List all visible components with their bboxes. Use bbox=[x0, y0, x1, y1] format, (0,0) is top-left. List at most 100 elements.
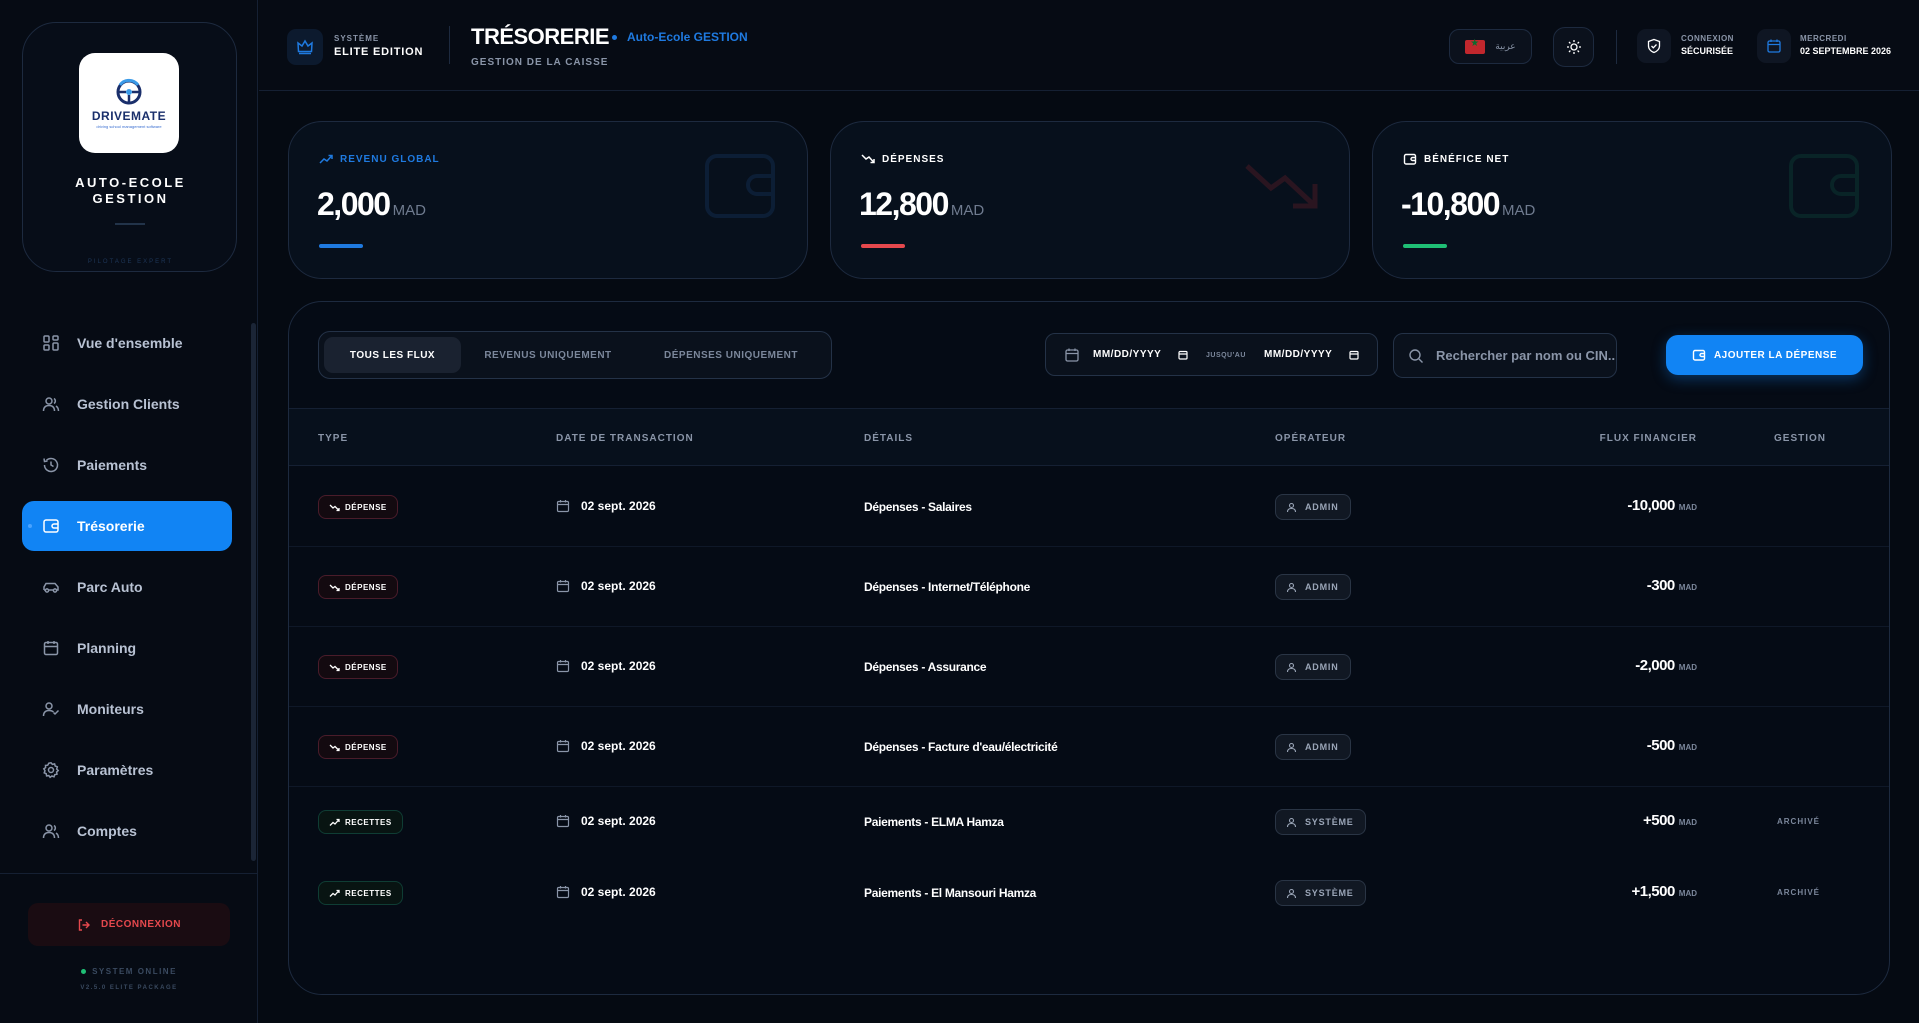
archived-status: ARCHIVÉ bbox=[1777, 817, 1821, 826]
brand-card: DRIVEMATE driving school management soft… bbox=[22, 22, 237, 272]
table-row[interactable]: RECETTES 02 sept. 2026 Paiements - El Ma… bbox=[289, 858, 1889, 929]
stat-label: REVENU GLOBAL bbox=[319, 152, 440, 166]
sidebar-item-label: Parc Auto bbox=[77, 579, 143, 595]
column-header-flux: FLUX FINANCIER bbox=[1599, 433, 1697, 444]
sidebar-item-label: Gestion Clients bbox=[77, 396, 180, 412]
amount-value: -2,000 bbox=[1635, 657, 1675, 674]
trending-down-icon bbox=[1245, 164, 1318, 209]
flow-filter: TOUS LES FLUX REVENUS UNIQUEMENT DÉPENSE… bbox=[318, 331, 832, 379]
search-input[interactable] bbox=[1436, 348, 1616, 363]
amount-unit: MAD bbox=[1678, 818, 1697, 827]
system-badge bbox=[287, 29, 323, 65]
type-badge: RECETTES bbox=[318, 881, 403, 905]
operator-badge: ADMIN bbox=[1275, 494, 1351, 520]
sidebar-item-treasury[interactable]: Trésorerie bbox=[22, 501, 232, 551]
logout-button[interactable]: DÉCONNEXION bbox=[28, 903, 230, 946]
user-icon bbox=[1286, 582, 1297, 592]
tab-all-flows[interactable]: TOUS LES FLUX bbox=[324, 337, 461, 373]
sidebar-item-label: Planning bbox=[77, 640, 137, 656]
wallet-icon bbox=[705, 154, 775, 218]
amount-value: -500 bbox=[1646, 737, 1676, 754]
brand-tagline: PILOTAGE EXPERT bbox=[87, 259, 174, 265]
sidebar-item-accounts[interactable]: Comptes bbox=[22, 806, 232, 856]
operator-label: ADMIN bbox=[1305, 502, 1339, 512]
system-label: SYSTÈME bbox=[334, 34, 380, 43]
wallet-icon bbox=[42, 517, 60, 535]
table-header: TYPE DATE DE TRANSACTION DÉTAILS OPÉRATE… bbox=[289, 409, 1889, 466]
page-subtitle: GESTION DE LA CAISSE bbox=[471, 57, 609, 68]
calendar-icon bbox=[556, 500, 570, 513]
amount-value: -300 bbox=[1646, 577, 1676, 594]
wallet-icon bbox=[1692, 349, 1706, 361]
active-indicator bbox=[28, 524, 32, 528]
theme-toggle-button[interactable] bbox=[1553, 27, 1594, 67]
sidebar-item-label: Comptes bbox=[77, 823, 137, 839]
stat-value: 2,000 MAD bbox=[317, 186, 426, 223]
stat-card-revenue: REVENU GLOBAL 2,000 MAD bbox=[288, 121, 808, 279]
transaction-date-text: 02 sept. 2026 bbox=[581, 499, 656, 513]
tab-revenue-only[interactable]: REVENUS UNIQUEMENT bbox=[465, 337, 631, 373]
stat-unit: MAD bbox=[1502, 202, 1536, 219]
stat-value: 12,800 MAD bbox=[859, 186, 984, 223]
morocco-flag-icon bbox=[1465, 38, 1486, 54]
sidebar-item-settings[interactable]: Paramètres bbox=[22, 745, 232, 795]
type-label: DÉPENSE bbox=[345, 662, 387, 672]
sidebar-item-planning[interactable]: Planning bbox=[22, 623, 232, 673]
date-from-input[interactable]: MM/DD/YYYY bbox=[1093, 349, 1161, 360]
trending-down-icon bbox=[329, 584, 340, 591]
calendar-icon bbox=[1767, 39, 1781, 53]
stat-unit: MAD bbox=[950, 202, 985, 219]
tab-expenses-only[interactable]: DÉPENSES UNIQUEMENT bbox=[635, 337, 827, 373]
connection-status: SÉCURISÉE bbox=[1681, 46, 1734, 56]
table-row[interactable]: DÉPENSE 02 sept. 2026 Dépenses - Facture… bbox=[289, 707, 1889, 787]
crown-icon bbox=[297, 39, 313, 55]
sidebar-item-fleet[interactable]: Parc Auto bbox=[22, 562, 232, 612]
amount-unit: MAD bbox=[1678, 743, 1697, 752]
transaction-date: 02 sept. 2026 bbox=[556, 659, 656, 673]
type-badge: DÉPENSE bbox=[318, 655, 398, 679]
sidebar-item-label: Vue d'ensemble bbox=[77, 335, 183, 351]
transaction-date: 02 sept. 2026 bbox=[556, 579, 656, 593]
sidebar-item-overview[interactable]: Vue d'ensemble bbox=[22, 318, 232, 368]
car-icon bbox=[42, 578, 60, 596]
type-label: RECETTES bbox=[345, 888, 392, 898]
language-label: عربية bbox=[1495, 41, 1516, 51]
date-picker-icon[interactable] bbox=[1178, 350, 1188, 360]
header-divider bbox=[1616, 30, 1617, 64]
stat-value: -10,800 MAD bbox=[1401, 186, 1535, 223]
sidebar-scrollbar[interactable] bbox=[251, 323, 256, 861]
sidebar-item-label: Trésorerie bbox=[77, 518, 145, 534]
type-badge: DÉPENSE bbox=[318, 495, 398, 519]
current-day: MERCREDI bbox=[1800, 34, 1847, 43]
language-switcher[interactable]: عربية bbox=[1449, 29, 1532, 64]
stat-accent-bar bbox=[319, 244, 363, 248]
operator-badge: SYSTÈME bbox=[1275, 809, 1366, 835]
trending-up-icon bbox=[319, 154, 333, 164]
sidebar-item-label: Moniteurs bbox=[77, 701, 144, 717]
sidebar-item-payments[interactable]: Paiements bbox=[22, 440, 232, 490]
calendar-icon bbox=[556, 815, 570, 828]
transaction-amount: +1,500 MAD bbox=[1631, 883, 1697, 900]
user-icon bbox=[1286, 662, 1297, 672]
user-icon bbox=[1286, 502, 1297, 512]
sidebar-item-instructors[interactable]: Moniteurs bbox=[22, 684, 232, 734]
stat-card-expenses: DÉPENSES 12,800 MAD bbox=[830, 121, 1350, 279]
logo-subtitle: driving school management software bbox=[96, 124, 162, 129]
date-picker-icon[interactable] bbox=[1349, 350, 1359, 360]
transactions-panel: TOUS LES FLUX REVENUS UNIQUEMENT DÉPENSE… bbox=[288, 301, 1890, 995]
transaction-date-text: 02 sept. 2026 bbox=[581, 579, 656, 593]
connection-label: CONNEXION bbox=[1681, 34, 1734, 43]
sidebar-divider bbox=[0, 873, 258, 874]
table-row[interactable]: RECETTES 02 sept. 2026 Paiements - ELMA … bbox=[289, 787, 1889, 858]
date-to-input[interactable]: MM/DD/YYYY bbox=[1264, 349, 1332, 360]
operator-label: SYSTÈME bbox=[1305, 817, 1354, 827]
stat-label-text: DÉPENSES bbox=[882, 153, 945, 165]
app-logo[interactable]: DRIVEMATE driving school management soft… bbox=[79, 53, 179, 153]
sidebar-item-clients[interactable]: Gestion Clients bbox=[22, 379, 232, 429]
add-expense-button[interactable]: AJOUTER LA DÉPENSE bbox=[1666, 335, 1863, 375]
table-row[interactable]: DÉPENSE 02 sept. 2026 Dépenses - Interne… bbox=[289, 547, 1889, 627]
trending-down-icon bbox=[329, 664, 340, 671]
table-row[interactable]: DÉPENSE 02 sept. 2026 Dépenses - Salaire… bbox=[289, 467, 1889, 547]
table-row[interactable]: DÉPENSE 02 sept. 2026 Dépenses - Assuran… bbox=[289, 627, 1889, 707]
calendar-icon bbox=[556, 580, 570, 593]
